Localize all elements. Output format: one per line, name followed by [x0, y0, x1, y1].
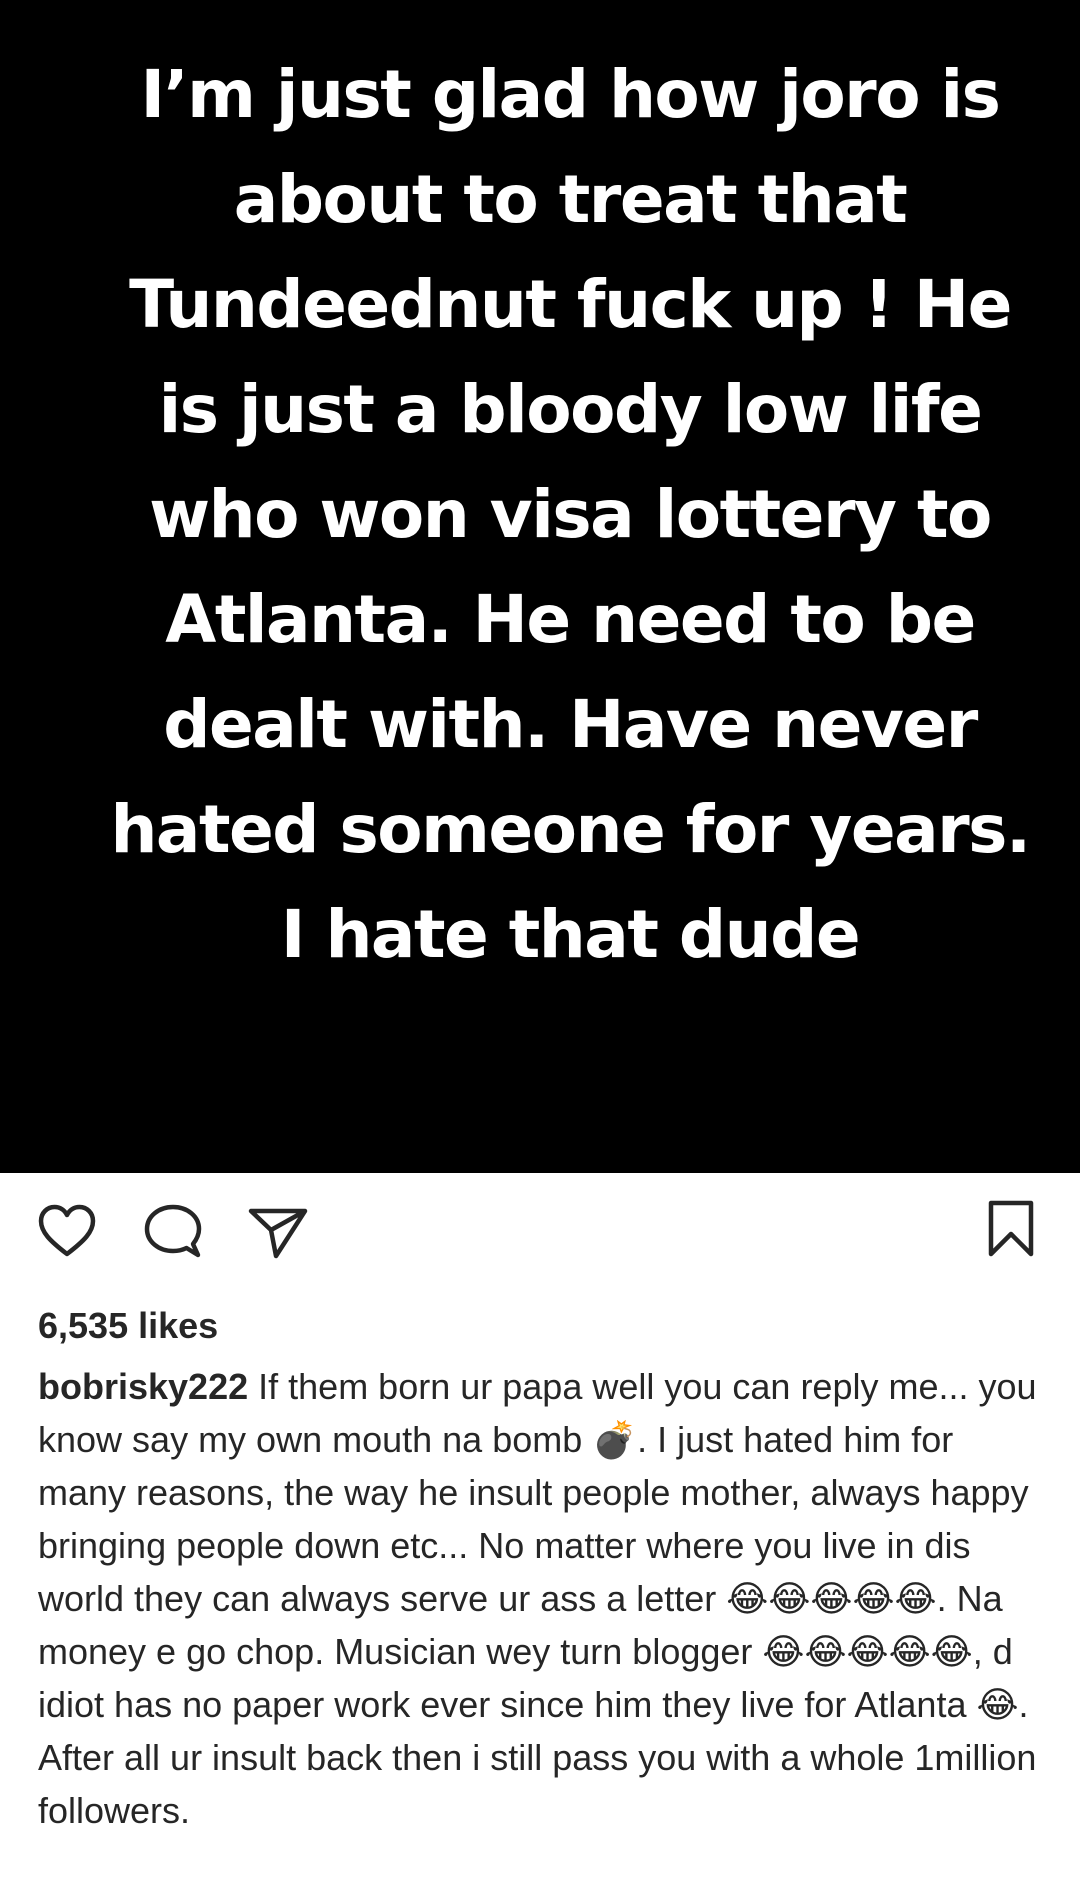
- post-actions-bar: [0, 1200, 1080, 1270]
- caption-username[interactable]: bobrisky222: [38, 1366, 248, 1407]
- post-caption: bobrisky222 If them born ur papa well yo…: [38, 1360, 1048, 1837]
- heart-icon[interactable]: [38, 1204, 96, 1258]
- likes-count[interactable]: 6,535 likes: [38, 1305, 218, 1347]
- comment-icon[interactable]: [144, 1204, 202, 1260]
- post-image-text: I’m just glad how joro is about to treat…: [110, 56, 1031, 973]
- bookmark-icon[interactable]: [986, 1200, 1036, 1258]
- post-image[interactable]: I’m just glad how joro is about to treat…: [0, 0, 1080, 1173]
- caption-text: If them born ur papa well you can reply …: [38, 1366, 1037, 1831]
- paper-plane-icon[interactable]: [248, 1206, 308, 1260]
